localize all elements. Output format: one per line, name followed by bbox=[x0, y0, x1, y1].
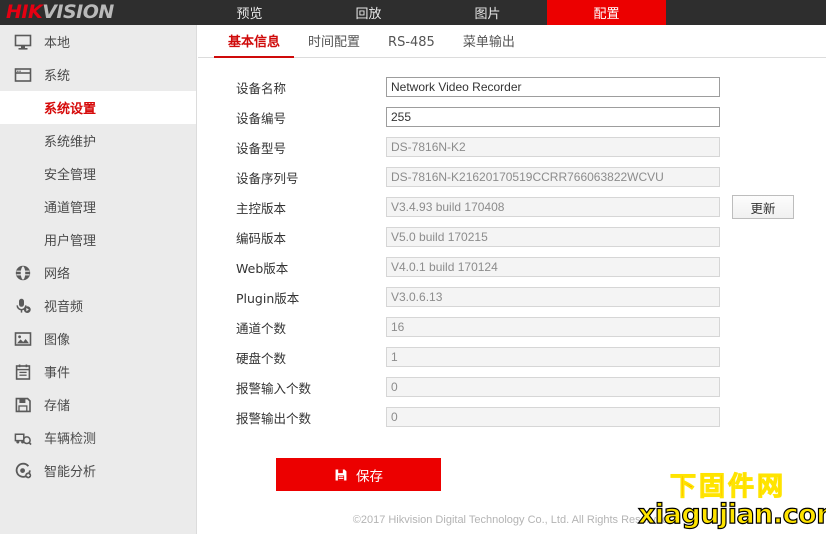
topnav-item-picture[interactable]: 图片 bbox=[428, 0, 547, 25]
sidebar-item-event[interactable]: 事件 bbox=[0, 355, 196, 388]
form-row-plugin-version: Plugin版本 bbox=[236, 282, 826, 312]
sidebar-item-label: 事件 bbox=[44, 366, 71, 381]
save-button-wrap: 保存 bbox=[236, 432, 826, 491]
content-tabbar: 基本信息 时间配置 RS-485 菜单输出 bbox=[198, 25, 826, 58]
sidebar-item-security-management[interactable]: 安全管理 bbox=[0, 157, 196, 190]
sidebar-item-label: 视音频 bbox=[44, 300, 84, 315]
form-row-device-name: 设备名称 bbox=[236, 72, 826, 102]
tab-menu-output[interactable]: 菜单输出 bbox=[449, 31, 529, 57]
save-disk-icon bbox=[12, 394, 34, 416]
window-icon bbox=[12, 64, 34, 86]
plugin-version-input bbox=[386, 287, 720, 307]
form-row-firmware-version: 主控版本 更新 bbox=[236, 192, 826, 222]
device-model-input bbox=[386, 137, 720, 157]
hdd-count-input bbox=[386, 347, 720, 367]
smart-analysis-icon bbox=[12, 460, 34, 482]
calendar-icon bbox=[12, 361, 34, 383]
tab-time-settings[interactable]: 时间配置 bbox=[294, 31, 374, 57]
sidebar-item-image[interactable]: 图像 bbox=[0, 322, 196, 355]
sidebar-item-local[interactable]: 本地 bbox=[0, 25, 196, 58]
label-alarm-out-count: 报警输出个数 bbox=[236, 410, 312, 426]
image-icon bbox=[12, 328, 34, 350]
microphone-icon bbox=[12, 295, 34, 317]
alarm-in-count-input bbox=[386, 377, 720, 397]
sidebar-item-label: 网络 bbox=[44, 267, 71, 282]
form-row-encoding-version: 编码版本 bbox=[236, 222, 826, 252]
form-row-web-version: Web版本 bbox=[236, 252, 826, 282]
form-row-hdd-count: 硬盘个数 bbox=[236, 342, 826, 372]
topnav-item-configuration[interactable]: 配置 bbox=[547, 0, 666, 25]
sidebar-item-label: 图像 bbox=[44, 333, 71, 348]
sidebar-item-audio-video[interactable]: 视音频 bbox=[0, 289, 196, 322]
web-version-input bbox=[386, 257, 720, 277]
vehicle-search-icon bbox=[12, 427, 34, 449]
label-channel-count: 通道个数 bbox=[236, 320, 287, 336]
save-button-label: 保存 bbox=[356, 468, 383, 485]
firmware-version-input bbox=[386, 197, 720, 217]
channel-count-input bbox=[386, 317, 720, 337]
sidebar-item-channel-management[interactable]: 通道管理 bbox=[0, 190, 196, 223]
encoding-version-input bbox=[386, 227, 720, 247]
label-device-name: 设备名称 bbox=[236, 80, 287, 96]
brand-logo-vision: VISION bbox=[42, 1, 114, 23]
brand-logo: HIKVISION bbox=[0, 0, 190, 25]
sidebar-item-network[interactable]: 网络 bbox=[0, 256, 196, 289]
monitor-icon bbox=[12, 31, 34, 53]
sidebar-item-label: 存储 bbox=[44, 399, 71, 414]
sidebar-item-label: 系统 bbox=[44, 69, 71, 84]
label-firmware-version: 主控版本 bbox=[236, 200, 287, 216]
label-web-version: Web版本 bbox=[236, 260, 289, 276]
device-serial-input bbox=[386, 167, 720, 187]
label-hdd-count: 硬盘个数 bbox=[236, 350, 287, 366]
label-encoding-version: 编码版本 bbox=[236, 230, 287, 246]
label-plugin-version: Plugin版本 bbox=[236, 290, 300, 306]
tab-rs485[interactable]: RS-485 bbox=[374, 35, 449, 57]
sidebar-item-vehicle-detection[interactable]: 车辆检测 bbox=[0, 421, 196, 454]
sidebar: 本地 系统 系统设置 系统维护 安全管理 通道管理 用户管理 网络 视音频 图像… bbox=[0, 25, 197, 534]
tab-basic-info[interactable]: 基本信息 bbox=[214, 31, 295, 58]
form-row-device-number: 设备编号 bbox=[236, 102, 826, 132]
globe-icon bbox=[12, 262, 34, 284]
basic-info-form: 设备名称 设备编号 设备型号 设备序列号 主控版本 更新 编码版 bbox=[198, 58, 826, 491]
topnav-item-playback[interactable]: 回放 bbox=[309, 0, 428, 25]
hikvision-web-config: HIKVISION 预览 回放 图片 配置 本地 系统 系统设置 系统维护 安全… bbox=[0, 0, 826, 534]
label-device-number: 设备编号 bbox=[236, 110, 287, 126]
form-row-alarm-out-count: 报警输出个数 bbox=[236, 402, 826, 432]
sidebar-item-storage[interactable]: 存储 bbox=[0, 388, 196, 421]
sidebar-item-system[interactable]: 系统 bbox=[0, 58, 196, 91]
content-panel: 基本信息 时间配置 RS-485 菜单输出 设备名称 设备编号 设备型号 设备序… bbox=[198, 25, 826, 534]
save-button[interactable]: 保存 bbox=[276, 458, 441, 491]
sidebar-item-user-management[interactable]: 用户管理 bbox=[0, 223, 196, 256]
label-device-serial: 设备序列号 bbox=[236, 170, 299, 186]
brand-logo-hik: HIK bbox=[6, 1, 43, 23]
form-row-alarm-in-count: 报警输入个数 bbox=[236, 372, 826, 402]
save-disk-icon bbox=[334, 468, 348, 482]
sidebar-item-label: 车辆检测 bbox=[44, 432, 97, 447]
sidebar-item-smart-analysis[interactable]: 智能分析 bbox=[0, 454, 196, 487]
device-number-input[interactable] bbox=[386, 107, 720, 127]
footer-copyright: ©2017 Hikvision Digital Technology Co., … bbox=[352, 514, 672, 526]
form-row-device-serial: 设备序列号 bbox=[236, 162, 826, 192]
sidebar-item-system-maintenance[interactable]: 系统维护 bbox=[0, 124, 196, 157]
topnav-item-preview[interactable]: 预览 bbox=[190, 0, 309, 25]
sidebar-item-label: 本地 bbox=[44, 36, 71, 51]
label-device-model: 设备型号 bbox=[236, 140, 287, 156]
device-name-input[interactable] bbox=[386, 77, 720, 97]
sidebar-item-label: 智能分析 bbox=[44, 465, 97, 480]
alarm-out-count-input bbox=[386, 407, 720, 427]
sidebar-item-system-settings[interactable]: 系统设置 bbox=[0, 91, 196, 124]
form-row-channel-count: 通道个数 bbox=[236, 312, 826, 342]
top-header: HIKVISION 预览 回放 图片 配置 bbox=[0, 0, 826, 25]
label-alarm-in-count: 报警输入个数 bbox=[236, 380, 312, 396]
update-firmware-button[interactable]: 更新 bbox=[732, 195, 794, 219]
form-row-device-model: 设备型号 bbox=[236, 132, 826, 162]
top-navigation: 预览 回放 图片 配置 bbox=[190, 0, 826, 25]
